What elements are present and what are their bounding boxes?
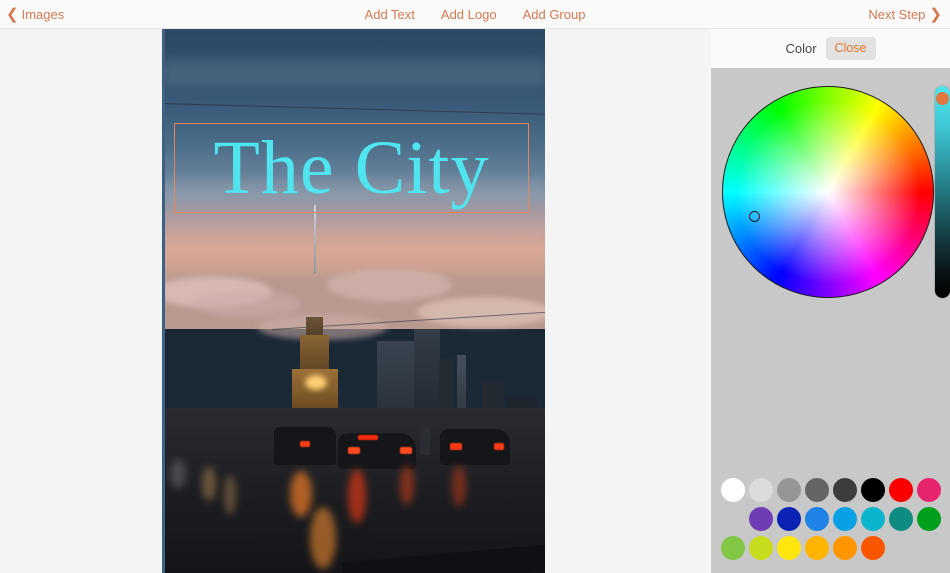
top-toolbar: ❮ Images Add Text Add Logo Add Group Nex… [0, 0, 950, 29]
color-swatch-red[interactable] [889, 477, 913, 502]
chevron-right-icon: ❯ [929, 6, 942, 23]
light-reflection [202, 467, 216, 501]
add-logo-button[interactable]: Add Logo [441, 7, 497, 22]
color-swatch-dark-orange[interactable] [861, 535, 885, 560]
light-reflection [170, 459, 186, 489]
photo-left-edge [162, 29, 165, 573]
swatch-cell [775, 533, 803, 562]
color-swatch-cyan[interactable] [861, 506, 885, 531]
chevron-left-icon: ❮ [6, 6, 19, 23]
close-button[interactable]: Close [825, 37, 876, 60]
tail-light [450, 443, 462, 450]
color-swatch-blue[interactable] [805, 506, 829, 531]
back-to-images-label: Images [21, 7, 65, 22]
color-swatch-gray[interactable] [777, 477, 801, 502]
cloud-band [162, 59, 545, 85]
swatch-cell [831, 504, 859, 533]
photo-canvas[interactable]: The City [162, 29, 545, 573]
color-swatch-yellow[interactable] [777, 535, 801, 560]
light-reflection [400, 465, 414, 505]
swatch-cell [915, 475, 943, 504]
color-swatch-charcoal[interactable] [833, 477, 857, 502]
brightness-slider[interactable] [935, 86, 950, 298]
color-panel-title: Color [785, 41, 817, 56]
swatch-cell [887, 475, 915, 504]
light-reflection [310, 507, 336, 569]
color-panel-header: Color Close [711, 29, 950, 68]
tower-light-glow [305, 375, 327, 390]
tail-light [494, 443, 504, 450]
cloud-band [162, 225, 545, 241]
color-swatch-yellow-green[interactable] [749, 535, 773, 560]
swatch-cell [859, 533, 887, 562]
color-swatch-purple[interactable] [721, 507, 745, 531]
color-panel-body [711, 68, 950, 573]
overlay-text[interactable]: The City [175, 124, 528, 212]
swatch-cell [831, 533, 859, 562]
cloud [192, 291, 302, 317]
image-editor-app: ❮ Images Add Text Add Logo Add Group Nex… [0, 0, 950, 573]
color-swatch-green[interactable] [917, 506, 941, 531]
color-swatch-grid [719, 475, 943, 562]
color-swatch-pink[interactable] [917, 477, 941, 502]
swatch-cell [775, 504, 803, 533]
color-swatch-dark-gray[interactable] [805, 477, 829, 502]
tail-light [348, 447, 360, 454]
swatch-cell [719, 475, 747, 504]
color-swatch-light-blue[interactable] [833, 506, 857, 531]
swatch-cell [719, 533, 747, 562]
cloud [327, 269, 452, 301]
color-swatch-violet[interactable] [749, 506, 773, 531]
tail-light [358, 435, 378, 440]
light-reflection [290, 471, 312, 517]
color-swatch-orange[interactable] [833, 535, 857, 560]
top-toolbar-menu: Add Text Add Logo Add Group [0, 0, 950, 29]
back-to-images-button[interactable]: ❮ Images [6, 0, 64, 29]
swatch-cell [803, 475, 831, 504]
tail-light [300, 441, 310, 447]
brightness-slider-handle[interactable] [936, 92, 949, 105]
swatch-cell [719, 504, 747, 533]
swatch-cell [803, 533, 831, 562]
swatch-cell [803, 504, 831, 533]
color-wheel-marker[interactable] [749, 211, 760, 222]
swatch-cell [747, 504, 775, 533]
light-reflection [348, 469, 366, 523]
add-group-button[interactable]: Add Group [523, 7, 586, 22]
add-text-button[interactable]: Add Text [365, 7, 415, 22]
canvas-area: The City [0, 29, 711, 573]
swatch-cell [915, 504, 943, 533]
color-swatch-teal[interactable] [889, 506, 913, 531]
swatch-cell [859, 504, 887, 533]
light-reflection [452, 465, 466, 507]
color-wheel[interactable] [722, 86, 934, 298]
text-layer-selection-box[interactable]: The City [174, 123, 529, 213]
color-swatch-white[interactable] [721, 477, 745, 502]
swatch-cell [747, 533, 775, 562]
swatch-cell [747, 475, 775, 504]
color-swatch-light-green[interactable] [721, 535, 745, 560]
color-swatch-black[interactable] [861, 477, 885, 502]
swatch-cell [859, 475, 887, 504]
color-swatch-amber[interactable] [805, 535, 829, 560]
next-step-button[interactable]: Next Step ❯ [868, 0, 942, 29]
swatch-cell [831, 475, 859, 504]
swatch-cell [887, 504, 915, 533]
color-panel: Color Close [711, 29, 950, 573]
tail-light [400, 447, 412, 454]
next-step-label: Next Step [868, 7, 926, 22]
color-wheel-wrapper [722, 86, 934, 298]
color-swatch-light-gray[interactable] [749, 477, 773, 502]
light-reflection [224, 475, 236, 515]
tower-spire [314, 205, 316, 273]
car [420, 425, 430, 455]
swatch-cell [775, 475, 803, 504]
color-swatch-dark-blue[interactable] [777, 506, 801, 531]
